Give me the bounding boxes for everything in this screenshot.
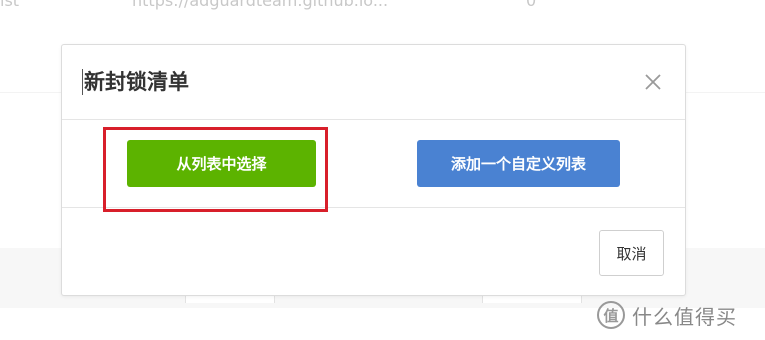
close-button[interactable] <box>643 72 663 92</box>
cancel-button[interactable]: 取消 <box>599 230 664 276</box>
background-list-name: ist <box>0 0 20 10</box>
choose-from-list-button[interactable]: 从列表中选择 <box>127 140 316 187</box>
new-blocklist-dialog: 新封锁清单 从列表中选择 添加一个自定义列表 取消 <box>61 44 686 296</box>
close-icon <box>645 74 661 90</box>
dialog-header: 新封锁清单 <box>62 45 685 120</box>
page: ist https://adguardteam.github.io... 0 新… <box>0 0 765 340</box>
background-rule-count: 0 <box>526 0 537 10</box>
smzdm-logo-icon: 值 <box>597 301 625 329</box>
add-custom-list-button[interactable]: 添加一个自定义列表 <box>417 140 620 187</box>
background-list-url: https://adguardteam.github.io... <box>132 0 389 10</box>
svg-text:值: 值 <box>603 307 618 325</box>
watermark-text: 什么值得买 <box>632 304 737 329</box>
dialog-title: 新封锁清单 <box>82 69 189 95</box>
dialog-body: 从列表中选择 添加一个自定义列表 <box>62 120 685 212</box>
dialog-footer: 取消 <box>62 208 685 297</box>
background-table-row: ist https://adguardteam.github.io... 0 <box>0 0 765 13</box>
watermark: 值 什么值得买 <box>596 298 737 332</box>
